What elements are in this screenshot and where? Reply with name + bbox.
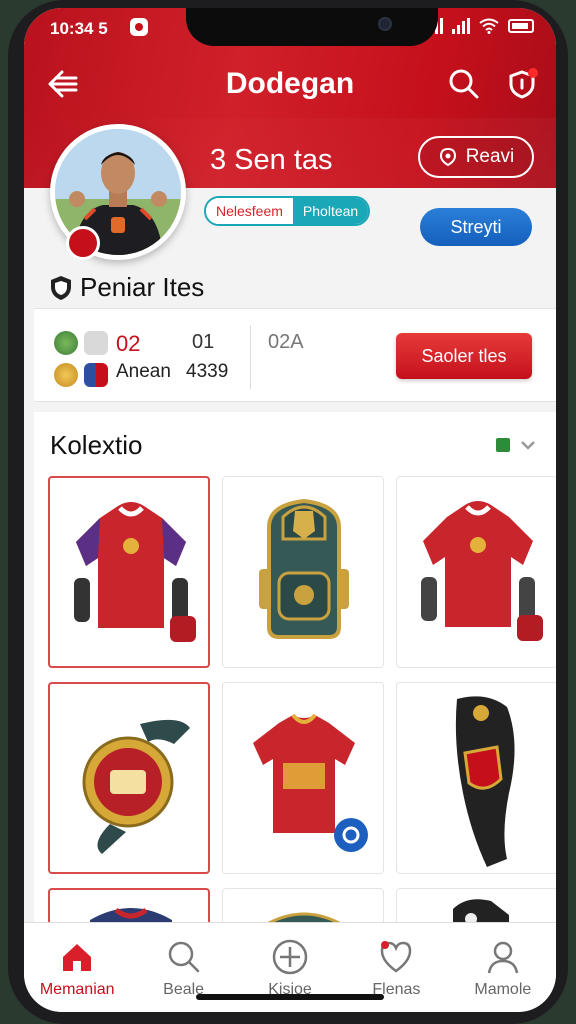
status-time: 10:34 5 [50,19,108,38]
shin-guard-icon [455,696,515,867]
collection-item[interactable] [222,476,384,668]
team-shield-icon [84,363,108,387]
screen: 10:34 5 Dodegan 3 Sen tas Reavi Nelesfee… [24,8,556,1012]
green-coin-icon [54,331,78,355]
wifi-icon [479,18,499,34]
profile-icon [487,941,519,974]
search-icon [168,941,199,973]
silver-card-icon [84,331,108,355]
notification-dot [528,68,538,78]
notifications-button[interactable] [502,64,542,104]
gold-coin-icon [54,363,78,387]
heart-icon [381,941,412,973]
stat-value-red: 02 [116,331,141,356]
nav-item-profile[interactable]: Mamole [450,923,556,1012]
collection-card: Kolextio [34,412,556,932]
stat-value-02a: 02A [268,331,304,353]
jersey-icon [421,501,543,641]
location-pin-icon [439,147,456,167]
watch-icon [82,719,190,854]
stat-anon-label: Anean [116,361,171,382]
sadler-button[interactable]: Saoler tles [396,333,532,379]
signal-2-icon [452,18,470,34]
reavi-label: Reavi [465,146,515,167]
chevron-down-icon[interactable] [520,439,536,451]
shield-icon [51,275,71,300]
section-title-text: Peniar Ites [80,272,205,302]
collection-item[interactable] [222,682,384,874]
collection-item[interactable] [396,682,556,874]
nav-item-home[interactable]: Memanian [24,923,130,1012]
reavi-button[interactable]: Reavi [418,136,534,178]
collection-item[interactable] [396,476,556,668]
collection-title: Kolextio [50,430,143,460]
nav-label-home: Memanian [39,981,115,998]
shirt-icon [253,713,368,852]
notch [186,8,438,46]
stat-anon-value: 4339 [186,361,229,382]
tag-pill: Nelesfeem Pholtean [204,196,371,226]
stat-count: 3 Sen tas [210,144,333,176]
team-badge-icon [66,226,100,260]
collection-tools [496,438,536,452]
plus-circle-icon [272,939,308,975]
stats-divider [250,325,251,389]
jersey-icon [74,502,196,642]
back-icon[interactable] [42,64,82,104]
stryi-button[interactable]: Streyti [420,208,532,246]
home-indicator[interactable] [196,994,384,1000]
app-notification-icon [130,18,148,36]
collection-item[interactable] [48,682,210,874]
tag-left[interactable]: Nelesfeem [206,198,293,224]
camera [378,17,392,31]
search-icon[interactable] [444,64,484,104]
backpack-icon [259,498,349,639]
app-title: Dodegan [225,67,355,100]
battery-icon [508,19,534,33]
collection-item[interactable] [48,476,210,668]
home-icon [63,944,92,971]
nav-label-profile: Mamole [474,981,532,998]
stat-value-01: 01 [192,331,215,353]
stats-card: 02 01 Anean 4339 02A Saoler tles [34,308,556,402]
section-title: Peniar Ites [50,272,204,303]
tag-right[interactable]: Pholtean [292,198,369,224]
check-icon[interactable] [496,438,510,452]
